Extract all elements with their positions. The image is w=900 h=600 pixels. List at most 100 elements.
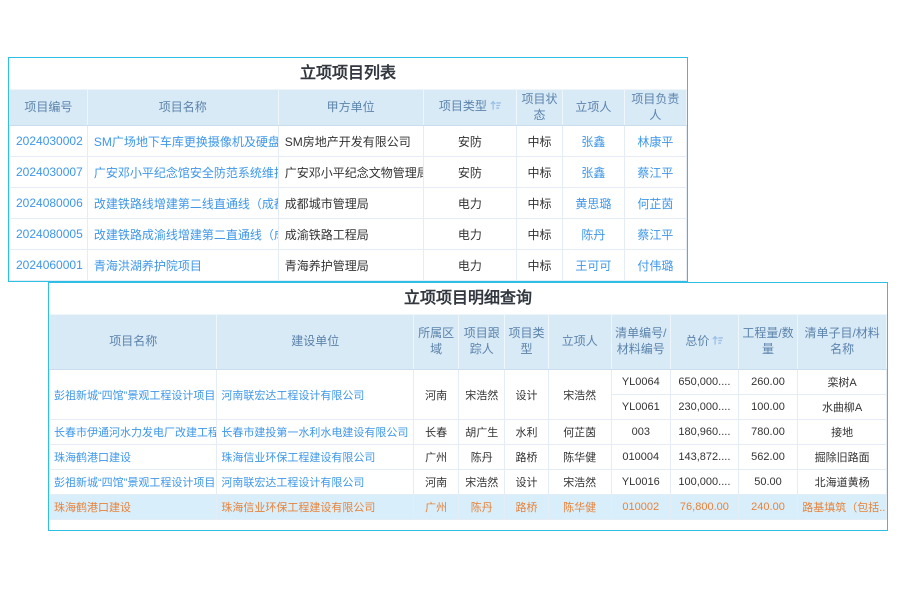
table-cell: 设计 <box>505 370 549 420</box>
cell-link[interactable]: 改建铁路成渝线增建第二直通线（成... <box>87 219 278 250</box>
column-header: 项目名称 <box>50 315 217 370</box>
table-cell: 中标 <box>517 157 563 188</box>
column-header: 清单编号/材料编号 <box>611 315 670 370</box>
column-header-label: 工程量/数量 <box>742 326 793 356</box>
table-cell: 广州 <box>414 495 459 520</box>
column-header-label: 建设单位 <box>291 334 339 348</box>
table-row[interactable]: 彭祖新城“四馆”景观工程设计项目河南联宏达工程设计有限公司河南宋浩然设计宋浩然Y… <box>50 370 887 395</box>
table-row[interactable]: 2024080005改建铁路成渝线增建第二直通线（成...成渝铁路工程局电力中标… <box>10 219 687 250</box>
table-cell: 780.00 <box>738 420 797 445</box>
cell-link[interactable]: 何芷茵 <box>624 188 686 219</box>
cell-link[interactable]: 彭祖新城“四馆”景观工程设计项目 <box>50 470 217 495</box>
cell-link[interactable]: 珠海信业环保工程建设有限公司 <box>217 495 414 520</box>
header-row: 项目名称建设单位所属区域项目跟踪人项目类型立项人清单编号/材料编号总价工程量/数… <box>50 315 887 370</box>
table-cell: 陈丹 <box>459 495 505 520</box>
table-row[interactable]: 珠海鹤港口建设珠海信业环保工程建设有限公司广州陈丹路桥陈华健01000276,8… <box>50 495 887 520</box>
table-row[interactable]: 2024030007广安邓小平纪念馆安全防范系统维护...广安邓小平纪念文物管理… <box>10 157 687 188</box>
table-cell: 180,960.... <box>671 420 739 445</box>
table-cell: 宋浩然 <box>459 470 505 495</box>
cell-link[interactable]: 2024030002 <box>10 126 88 157</box>
cell-link[interactable]: 广安邓小平纪念馆安全防范系统维护... <box>87 157 278 188</box>
table-cell: 何芷茵 <box>548 420 611 445</box>
column-header: 项目负责人 <box>624 90 686 126</box>
table-cell: 电力 <box>423 219 516 250</box>
cell-link[interactable]: 珠海鹤港口建设 <box>50 495 217 520</box>
table-cell: 010002 <box>611 495 670 520</box>
column-header: 项目编号 <box>10 90 88 126</box>
table-cell: 广安邓小平纪念文物管理局 <box>278 157 423 188</box>
cell-link[interactable]: 河南联宏达工程设计有限公司 <box>217 370 414 420</box>
sortable-column-header[interactable]: 项目类型 <box>423 90 516 126</box>
table-cell: 50.00 <box>738 470 797 495</box>
table-row[interactable]: 珠海鹤港口建设珠海信业环保工程建设有限公司广州陈丹路桥陈华健010004143,… <box>50 445 887 470</box>
table-cell: 路基填筑（包括... <box>798 495 887 520</box>
table-cell: 掘除旧路面 <box>798 445 887 470</box>
table-cell: YL0016 <box>611 470 670 495</box>
column-header: 工程量/数量 <box>738 315 797 370</box>
cell-link[interactable]: 彭祖新城“四馆”景观工程设计项目 <box>50 370 217 420</box>
column-header-label: 项目负责人 <box>631 92 679 122</box>
header-row: 项目编号项目名称甲方单位项目类型项目状态立项人项目负责人 <box>10 90 687 126</box>
table-cell: 胡广生 <box>459 420 505 445</box>
table-cell: 陈华健 <box>548 445 611 470</box>
column-header-label: 项目类型 <box>439 99 487 113</box>
cell-link[interactable]: 青海洪湖养护院项目 <box>87 250 278 281</box>
table-cell: 安防 <box>423 157 516 188</box>
cell-link[interactable]: 河南联宏达工程设计有限公司 <box>217 470 414 495</box>
cell-link[interactable]: SM广场地下车库更换摄像机及硬盘项目 <box>87 126 278 157</box>
project-detail-panel: 立项项目明细查询 项目名称建设单位所属区域项目跟踪人项目类型立项人清单编号/材料… <box>48 282 888 531</box>
column-header: 清单子目/材料名称 <box>798 315 887 370</box>
cell-link[interactable]: 2024080005 <box>10 219 88 250</box>
cell-link[interactable]: 2024080006 <box>10 188 88 219</box>
table-cell: 水曲柳A <box>798 395 887 420</box>
column-header-label: 项目类型 <box>509 326 545 356</box>
table-cell: 接地 <box>798 420 887 445</box>
cell-link[interactable]: 蔡江平 <box>624 219 686 250</box>
cell-link[interactable]: 黄思璐 <box>563 188 625 219</box>
table-cell: 562.00 <box>738 445 797 470</box>
cell-link[interactable]: 长春市伊通河水力发电厂改建工程 <box>50 420 217 445</box>
cell-link[interactable]: 林康平 <box>624 126 686 157</box>
cell-link[interactable]: 陈丹 <box>563 219 625 250</box>
table-cell: 中标 <box>517 219 563 250</box>
column-header: 项目跟踪人 <box>459 315 505 370</box>
table-row[interactable]: 2024080006改建铁路线增建第二线直通线（成都-...成都城市管理局电力中… <box>10 188 687 219</box>
table-cell: 青海养护管理局 <box>278 250 423 281</box>
cell-link[interactable]: 珠海信业环保工程建设有限公司 <box>217 445 414 470</box>
sort-icon <box>712 335 723 351</box>
column-header: 项目类型 <box>505 315 549 370</box>
cell-link[interactable]: 张鑫 <box>563 157 625 188</box>
column-header-label: 项目状态 <box>522 92 558 122</box>
cell-link[interactable]: 付伟璐 <box>624 250 686 281</box>
table-cell: 北海道黄杨 <box>798 470 887 495</box>
table-cell: 宋浩然 <box>548 370 611 420</box>
table-cell: 路桥 <box>505 445 549 470</box>
column-header: 立项人 <box>548 315 611 370</box>
table-cell: 电力 <box>423 188 516 219</box>
column-header-label: 项目编号 <box>24 100 72 114</box>
table-row[interactable]: 2024030002SM广场地下车库更换摄像机及硬盘项目SM房地产开发有限公司安… <box>10 126 687 157</box>
sortable-column-header[interactable]: 总价 <box>671 315 739 370</box>
table-cell: 230,000.... <box>671 395 739 420</box>
cell-link[interactable]: 2024060001 <box>10 250 88 281</box>
table-cell: 宋浩然 <box>548 470 611 495</box>
cell-link[interactable]: 长春市建投第一水利水电建设有限公司 <box>217 420 414 445</box>
table-cell: 河南 <box>414 470 459 495</box>
table-row[interactable]: 2024060001青海洪湖养护院项目青海养护管理局电力中标王可可付伟璐 <box>10 250 687 281</box>
cell-link[interactable]: 蔡江平 <box>624 157 686 188</box>
column-header-label: 甲方单位 <box>327 100 375 114</box>
table-row[interactable]: 长春市伊通河水力发电厂改建工程长春市建投第一水利水电建设有限公司长春胡广生水利何… <box>50 420 887 445</box>
table-cell: 路桥 <box>505 495 549 520</box>
cell-link[interactable]: 张鑫 <box>563 126 625 157</box>
cell-link[interactable]: 珠海鹤港口建设 <box>50 445 217 470</box>
cell-link[interactable]: 2024030007 <box>10 157 88 188</box>
table-cell: 成都城市管理局 <box>278 188 423 219</box>
table-cell: YL0061 <box>611 395 670 420</box>
cell-link[interactable]: 王可可 <box>563 250 625 281</box>
column-header: 项目状态 <box>517 90 563 126</box>
cell-link[interactable]: 改建铁路线增建第二线直通线（成都-... <box>87 188 278 219</box>
table-cell: 76,800.00 <box>671 495 739 520</box>
table-cell: 240.00 <box>738 495 797 520</box>
panel-title: 立项项目明细查询 <box>49 283 887 314</box>
table-row[interactable]: 彭祖新城“四馆”景观工程设计项目河南联宏达工程设计有限公司河南宋浩然设计宋浩然Y… <box>50 470 887 495</box>
